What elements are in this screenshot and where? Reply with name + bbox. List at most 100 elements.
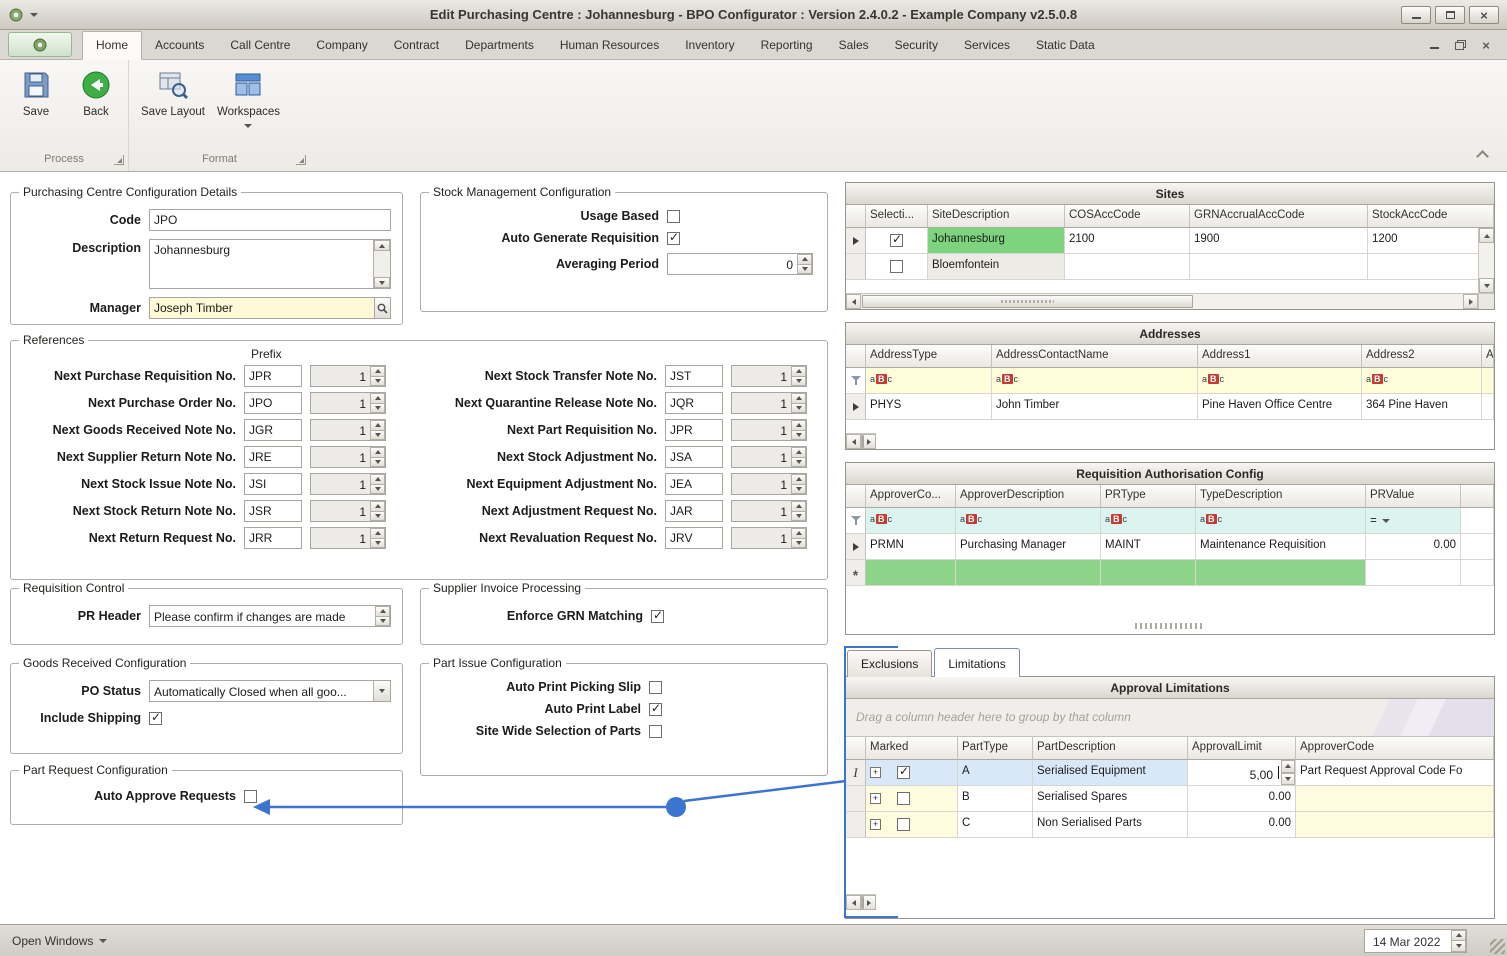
ribbon-collapse-icon[interactable] <box>1475 149 1491 161</box>
cell[interactable] <box>866 760 958 786</box>
scrollbar-thumb[interactable] <box>862 435 864 448</box>
spinner-buttons[interactable] <box>370 420 385 440</box>
prefix-input[interactable] <box>665 365 723 387</box>
cell[interactable]: Serialised Equipment <box>1033 760 1188 786</box>
cell[interactable] <box>1366 560 1461 586</box>
number-spinner[interactable]: 1 <box>310 392 386 414</box>
cell[interactable]: Non Serialised Parts <box>1033 812 1188 838</box>
cell[interactable]: Part Request Approval Code Fo <box>1296 760 1494 786</box>
mdi-minimize-button[interactable] <box>1427 39 1441 51</box>
number-spinner[interactable]: 1 <box>731 392 807 414</box>
spinner-buttons[interactable] <box>370 447 385 467</box>
group-by-bar[interactable]: Drag a column header here to group by th… <box>846 699 1494 737</box>
number-spinner[interactable]: 1 <box>310 365 386 387</box>
number-spinner[interactable]: 1 <box>731 527 807 549</box>
prefix-input[interactable] <box>665 446 723 468</box>
enforce-grn-matching-checkbox[interactable] <box>651 608 664 623</box>
number-spinner[interactable]: 1 <box>731 365 807 387</box>
auto-generate-requisition-checkbox[interactable] <box>667 230 680 245</box>
cell[interactable]: A <box>958 760 1033 786</box>
cell[interactable] <box>1196 560 1366 586</box>
dialog-launcher-icon[interactable] <box>114 155 124 165</box>
cell[interactable] <box>1065 254 1190 280</box>
cell[interactable]: 0.00 <box>1188 786 1296 812</box>
column-header[interactable]: ApproverCode <box>1296 737 1494 760</box>
table-row[interactable]: PHYS John Timber Pine Haven Office Centr… <box>846 394 1494 420</box>
minimize-button[interactable] <box>1401 6 1431 24</box>
new-row[interactable] <box>846 560 1494 586</box>
cell[interactable]: John Timber <box>992 394 1198 420</box>
cell[interactable] <box>1296 812 1494 838</box>
code-input[interactable] <box>149 209 391 231</box>
manager-lookup-button[interactable] <box>374 297 391 319</box>
mdi-restore-button[interactable] <box>1453 39 1467 51</box>
prefix-input[interactable] <box>665 527 723 549</box>
cell[interactable] <box>956 560 1101 586</box>
column-header[interactable]: Address2 <box>1362 345 1482 368</box>
tab-sales[interactable]: Sales <box>826 32 882 59</box>
cell[interactable]: Bloemfontein <box>928 254 1065 280</box>
tab-company[interactable]: Company <box>303 32 380 59</box>
prefix-input[interactable] <box>244 392 302 414</box>
column-header[interactable]: Marked <box>866 737 958 760</box>
column-header[interactable]: Address1 <box>1198 345 1362 368</box>
description-input[interactable]: Johannesburg <box>149 239 391 289</box>
column-header[interactable]: COSAccCode <box>1065 205 1190 228</box>
resize-grip[interactable] <box>1490 939 1505 954</box>
cell[interactable] <box>1296 786 1494 812</box>
filter-cell[interactable]: aBc <box>866 508 956 534</box>
prefix-input[interactable] <box>665 419 723 441</box>
spinner-buttons[interactable] <box>370 366 385 386</box>
expand-row-icon[interactable] <box>870 793 881 804</box>
number-spinner[interactable]: 1 <box>310 500 386 522</box>
table-row[interactable]: Bloemfontein <box>846 254 1494 280</box>
close-button[interactable] <box>1469 6 1499 24</box>
filter-cell-equals[interactable]: = <box>1366 508 1461 534</box>
cell[interactable] <box>866 228 928 254</box>
scroll-up-button[interactable] <box>1479 228 1494 243</box>
cell[interactable]: PRMN <box>866 534 956 560</box>
column-header[interactable]: Selecti... <box>866 205 928 228</box>
scroll-left-button[interactable] <box>846 294 861 309</box>
description-scrollbar[interactable] <box>373 240 390 288</box>
column-header[interactable]: TypeDescription <box>1196 485 1366 508</box>
spinner-buttons[interactable] <box>370 393 385 413</box>
prefix-input[interactable] <box>244 446 302 468</box>
marked-checkbox[interactable] <box>897 764 910 779</box>
scrollbar-thumb[interactable] <box>862 896 864 909</box>
column-header[interactable]: SiteDescription <box>928 205 1065 228</box>
table-row[interactable]: B Serialised Spares 0.00 <box>846 786 1494 812</box>
number-spinner[interactable]: 1 <box>310 473 386 495</box>
scroll-left-button[interactable] <box>846 895 861 910</box>
cell[interactable] <box>866 812 958 838</box>
column-header[interactable]: ApproverCo... <box>866 485 956 508</box>
manager-input[interactable] <box>149 297 374 319</box>
column-header[interactable]: PRType <box>1101 485 1196 508</box>
scroll-right-button[interactable] <box>1463 294 1478 309</box>
scrollbar-thumb[interactable] <box>862 295 1194 308</box>
cell[interactable] <box>866 786 958 812</box>
tab-limitations[interactable]: Limitations <box>934 648 1020 677</box>
table-row[interactable]: C Non Serialised Parts 0.00 <box>846 812 1494 838</box>
prefix-input[interactable] <box>244 527 302 549</box>
mdi-close-button[interactable] <box>1479 39 1493 51</box>
table-row[interactable]: Johannesburg 2100 1900 1200 <box>846 228 1494 254</box>
spinner-buttons[interactable] <box>375 606 390 626</box>
column-header[interactable]: PRValue <box>1366 485 1461 508</box>
include-shipping-checkbox[interactable] <box>149 710 162 725</box>
application-menu-button[interactable] <box>8 32 72 57</box>
column-header[interactable]: ApproverDescription <box>956 485 1101 508</box>
auto-print-picking-slip-checkbox[interactable] <box>649 680 662 694</box>
dropdown-arrow-icon[interactable] <box>373 681 390 701</box>
cell[interactable] <box>1482 394 1494 420</box>
site-wide-selection-checkbox[interactable] <box>649 724 662 738</box>
horizontal-scrollbar[interactable] <box>846 894 876 910</box>
filter-cell[interactable]: aBc <box>1196 508 1366 534</box>
cell[interactable]: Serialised Spares <box>1033 786 1188 812</box>
tab-call-centre[interactable]: Call Centre <box>217 32 303 59</box>
approval-limit-editor[interactable]: 5,00 <box>1188 760 1296 786</box>
spinner-buttons[interactable] <box>791 501 806 521</box>
auto-approve-requests-checkbox[interactable] <box>244 789 257 803</box>
filter-cell[interactable]: aBc <box>1362 368 1482 394</box>
tab-home[interactable]: Home <box>82 31 143 60</box>
